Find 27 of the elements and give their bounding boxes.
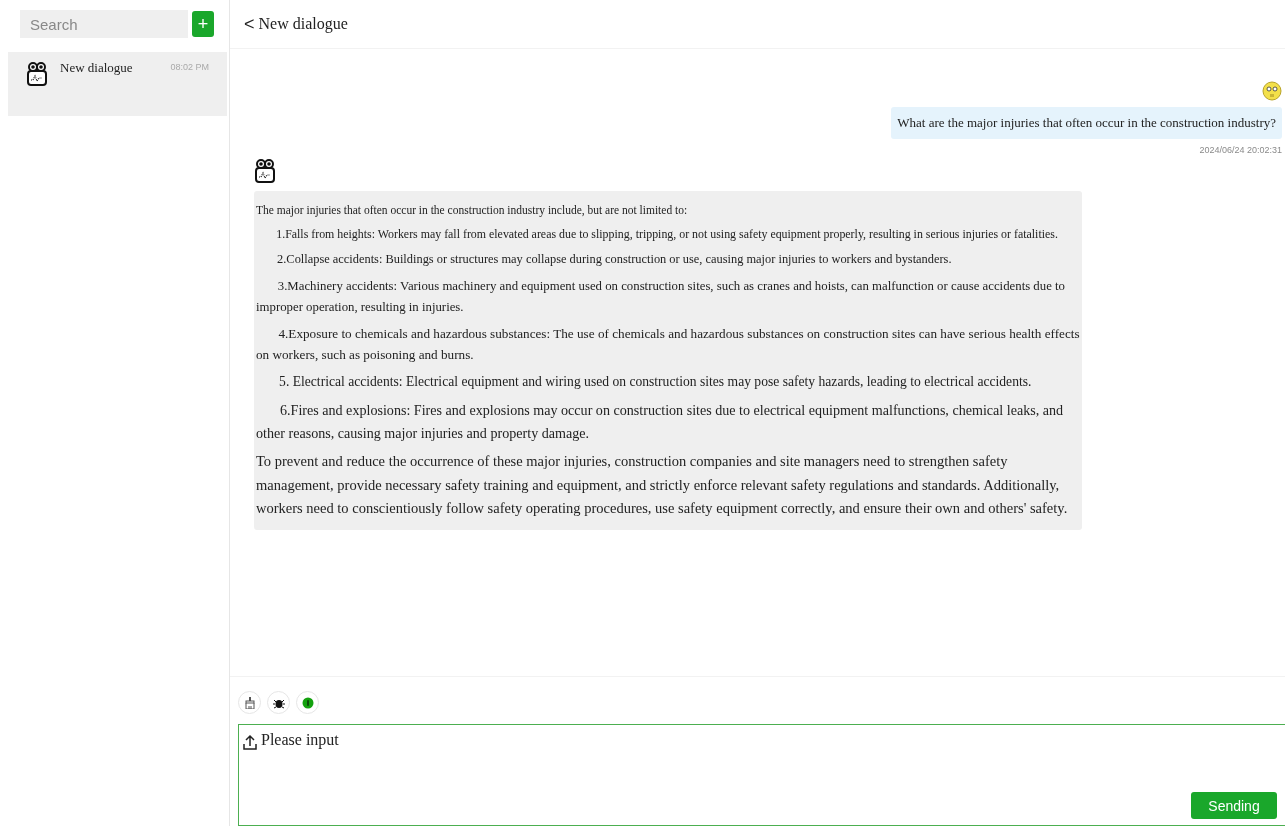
search-field[interactable]: Search xyxy=(20,10,188,38)
tool-button[interactable] xyxy=(296,691,319,714)
conversation-time: 08:02 PM xyxy=(170,62,209,72)
answer-paragraph: 4.Exposure to chemicals and hazardous substances: The use of chemicals and hazardous substances on construction sites can have serious health effects on workers, such as poisoning and burns. xyxy=(256,325,1081,365)
upload-icon xyxy=(243,734,257,750)
smiley-avatar-icon xyxy=(1262,81,1282,101)
robot-icon xyxy=(254,159,276,183)
message-timestamp: 2024/06/24 20:02:31 xyxy=(1199,145,1282,155)
robot-icon xyxy=(26,62,48,86)
send-button[interactable]: Sending xyxy=(1191,792,1277,819)
tool-button[interactable] xyxy=(267,691,290,714)
answer-paragraph: 3.Machinery accidents: Various machinery and equipment used on construction sites, such as cranes and hoists, can malfunction or cause accidents due to improper operation, resulting in injuries. xyxy=(256,278,1066,316)
answer-paragraph: The major injuries that often occur in the construction industry include, but are not limited to: xyxy=(256,203,689,219)
answer-paragraph: 2.Collapse accidents: Buildings or structures may collapse during construction or use, causing major injuries to workers and bystanders. xyxy=(276,251,953,269)
conversation-title: New dialogue xyxy=(60,60,134,76)
answer-paragraph: 5. Electrical accidents: Electrical equipment and wiring used on construction sites may pose safety hazards, leading to electrical accidents. xyxy=(278,373,1033,392)
back-button[interactable]: < xyxy=(244,13,255,35)
broom-icon xyxy=(244,696,255,709)
answer-paragraph: To prevent and reduce the occurrence of these major injuries, construction companies and site managers need to strengthen safety management, provide necessary safety training and equipment, and strictly enforce relevant safety regulations and standards. Additionally, workers need to conscientiously follow safety operating procedures, use safety equipment correctly, and ensure their own and others' safety. xyxy=(256,452,1069,518)
answer-paragraph: 1.Falls from heights: Workers may fall from elevated areas due to slipping, tripping, or not using safety equipment properly, resulting in serious injuries or fatalities. xyxy=(275,226,1059,244)
conversation-item[interactable]: New dialogue 08:02 PM xyxy=(8,52,227,116)
add-button[interactable]: + xyxy=(192,11,214,37)
message-input-field[interactable]: Please input Sending xyxy=(238,724,1285,826)
answer-paragraph: 6.Fires and explosions: Fires and explosions may occur on construction sites due to electrical equipment malfunctions, chemical leaks, and other reasons, causing major injuries and property damage. xyxy=(256,401,1065,443)
user-message: What are the major injuries that often occur in the construction industry? xyxy=(891,107,1282,139)
info-icon xyxy=(301,696,314,709)
dialogue-title: New dialogue xyxy=(258,15,348,33)
